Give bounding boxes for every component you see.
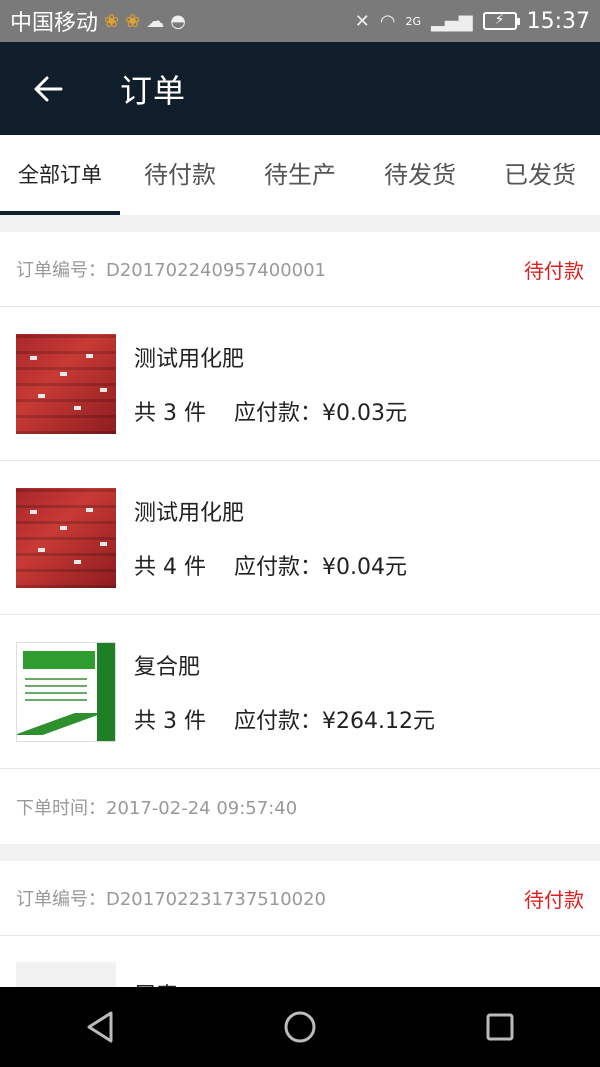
order-number: 订单编号：D201702240957400001 [16, 260, 326, 281]
square-recents-icon [486, 1013, 514, 1041]
item-count: 共 3 件 [134, 708, 206, 734]
order-card[interactable]: 订单编号：D201702231737510020 待付款 尿素 [0, 861, 600, 987]
item-count: 共 3 件 [134, 400, 206, 426]
uc-browser-icon: ❀ [104, 10, 120, 32]
nav-back-button[interactable] [60, 997, 140, 1057]
product-thumbnail [16, 487, 116, 588]
tab-all-orders[interactable]: 全部订单 [0, 135, 120, 215]
status-bar: 中国移动 ❀ ❀ ☁ ◓ ✕ ◠ 2G ▂▄▆ ⚡ 15:37 [0, 0, 600, 42]
order-time: 下单时间：2017-02-24 09:57:40 [16, 797, 298, 819]
amount-due: 应付款：¥0.03元 [233, 400, 407, 426]
wifi-icon: ◠ [379, 10, 396, 32]
back-arrow-icon [34, 76, 63, 101]
order-header: 订单编号：D201702231737510020 待付款 [0, 861, 600, 936]
order-status: 待付款 [524, 887, 584, 912]
order-footer: 下单时间：2017-02-24 09:57:40 [0, 769, 600, 844]
item-count: 共 4 件 [134, 554, 206, 580]
order-list[interactable]: 订单编号：D201702240957400001 待付款 测试用化肥 共 3 件… [0, 215, 600, 987]
signal-icon: ▂▄▆ [431, 10, 473, 32]
nav-home-button[interactable] [260, 997, 340, 1057]
amount-due: 应付款：¥264.12元 [233, 708, 435, 734]
carrier-label: 中国移动 [10, 11, 99, 36]
system-nav-bar [0, 987, 600, 1067]
product-name: 尿素 [134, 978, 178, 987]
tab-pending-shipment[interactable]: 待发货 [360, 135, 480, 215]
order-status: 待付款 [524, 258, 584, 283]
product-thumbnail [16, 333, 116, 434]
product-name: 测试用化肥 [134, 500, 245, 526]
order-number: 订单编号：D201702231737510020 [16, 889, 326, 910]
mute-icon: ✕ [354, 10, 370, 32]
product-thumbnail [16, 962, 116, 987]
order-tabs: 全部订单 待付款 待生产 待发货 已发货 [0, 135, 600, 215]
back-button[interactable] [0, 42, 96, 135]
triangle-back-icon [87, 1011, 113, 1043]
product-thumbnail [16, 641, 116, 742]
nav-recents-button[interactable] [460, 997, 540, 1057]
tab-shipped[interactable]: 已发货 [480, 135, 600, 215]
android-icon: ◓ [170, 10, 186, 32]
order-item[interactable]: 尿素 [0, 936, 600, 987]
clock: 15:37 [526, 8, 590, 34]
product-name: 测试用化肥 [134, 346, 245, 372]
order-card[interactable]: 订单编号：D201702240957400001 待付款 测试用化肥 共 3 件… [0, 232, 600, 844]
order-item[interactable]: 测试用化肥 共 4 件 应付款：¥0.04元 [0, 461, 600, 615]
page-title: 订单 [120, 71, 187, 110]
amount-due: 应付款：¥0.04元 [233, 554, 407, 580]
network-type: 2G [405, 14, 422, 28]
uc-browser-icon-2: ❀ [125, 10, 141, 32]
app-bar: 订单 [0, 42, 600, 135]
weather-icon: ☁ [146, 10, 165, 32]
battery-icon: ⚡ [482, 12, 520, 30]
product-name: 复合肥 [134, 654, 201, 680]
tab-pending-production[interactable]: 待生产 [240, 135, 360, 215]
order-header: 订单编号：D201702240957400001 待付款 [0, 232, 600, 307]
tab-pending-payment[interactable]: 待付款 [120, 135, 240, 215]
order-item[interactable]: 复合肥 共 3 件 应付款：¥264.12元 [0, 615, 600, 769]
circle-home-icon [284, 1011, 316, 1043]
order-item[interactable]: 测试用化肥 共 3 件 应付款：¥0.03元 [0, 307, 600, 461]
